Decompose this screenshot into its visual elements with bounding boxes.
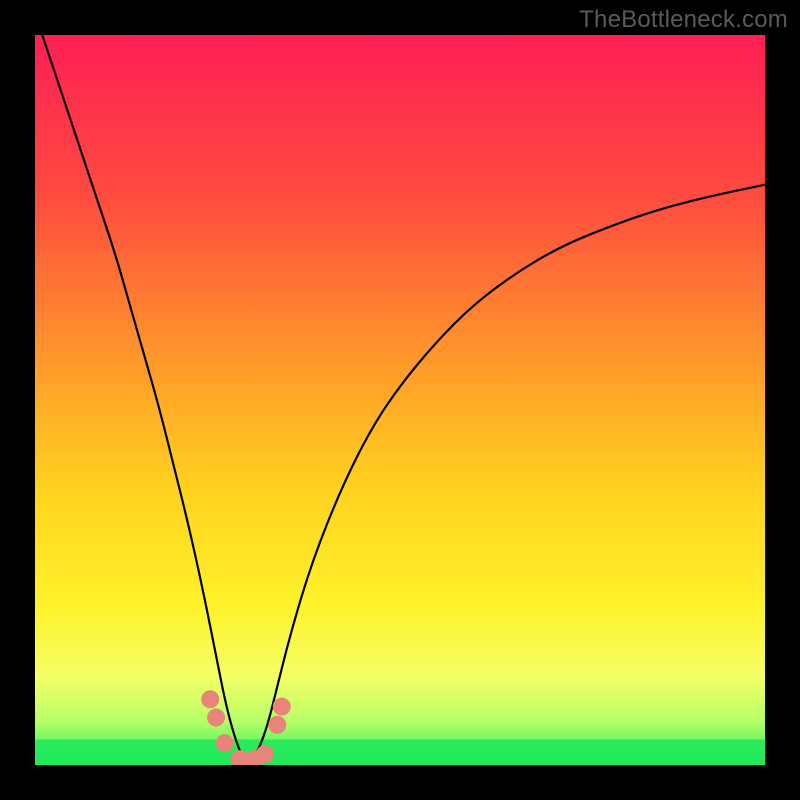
marker-dot — [201, 690, 219, 708]
watermark-text: TheBottleneck.com — [579, 6, 788, 34]
green-threshold-band — [35, 739, 765, 765]
marker-dot — [273, 698, 291, 716]
marker-dot — [216, 734, 234, 752]
marker-dot — [256, 745, 274, 763]
marker-dot — [207, 709, 225, 727]
chart-frame: TheBottleneck.com — [0, 0, 800, 800]
gradient-background — [35, 35, 765, 765]
marker-dot — [268, 716, 286, 734]
bottleneck-chart — [35, 35, 765, 765]
